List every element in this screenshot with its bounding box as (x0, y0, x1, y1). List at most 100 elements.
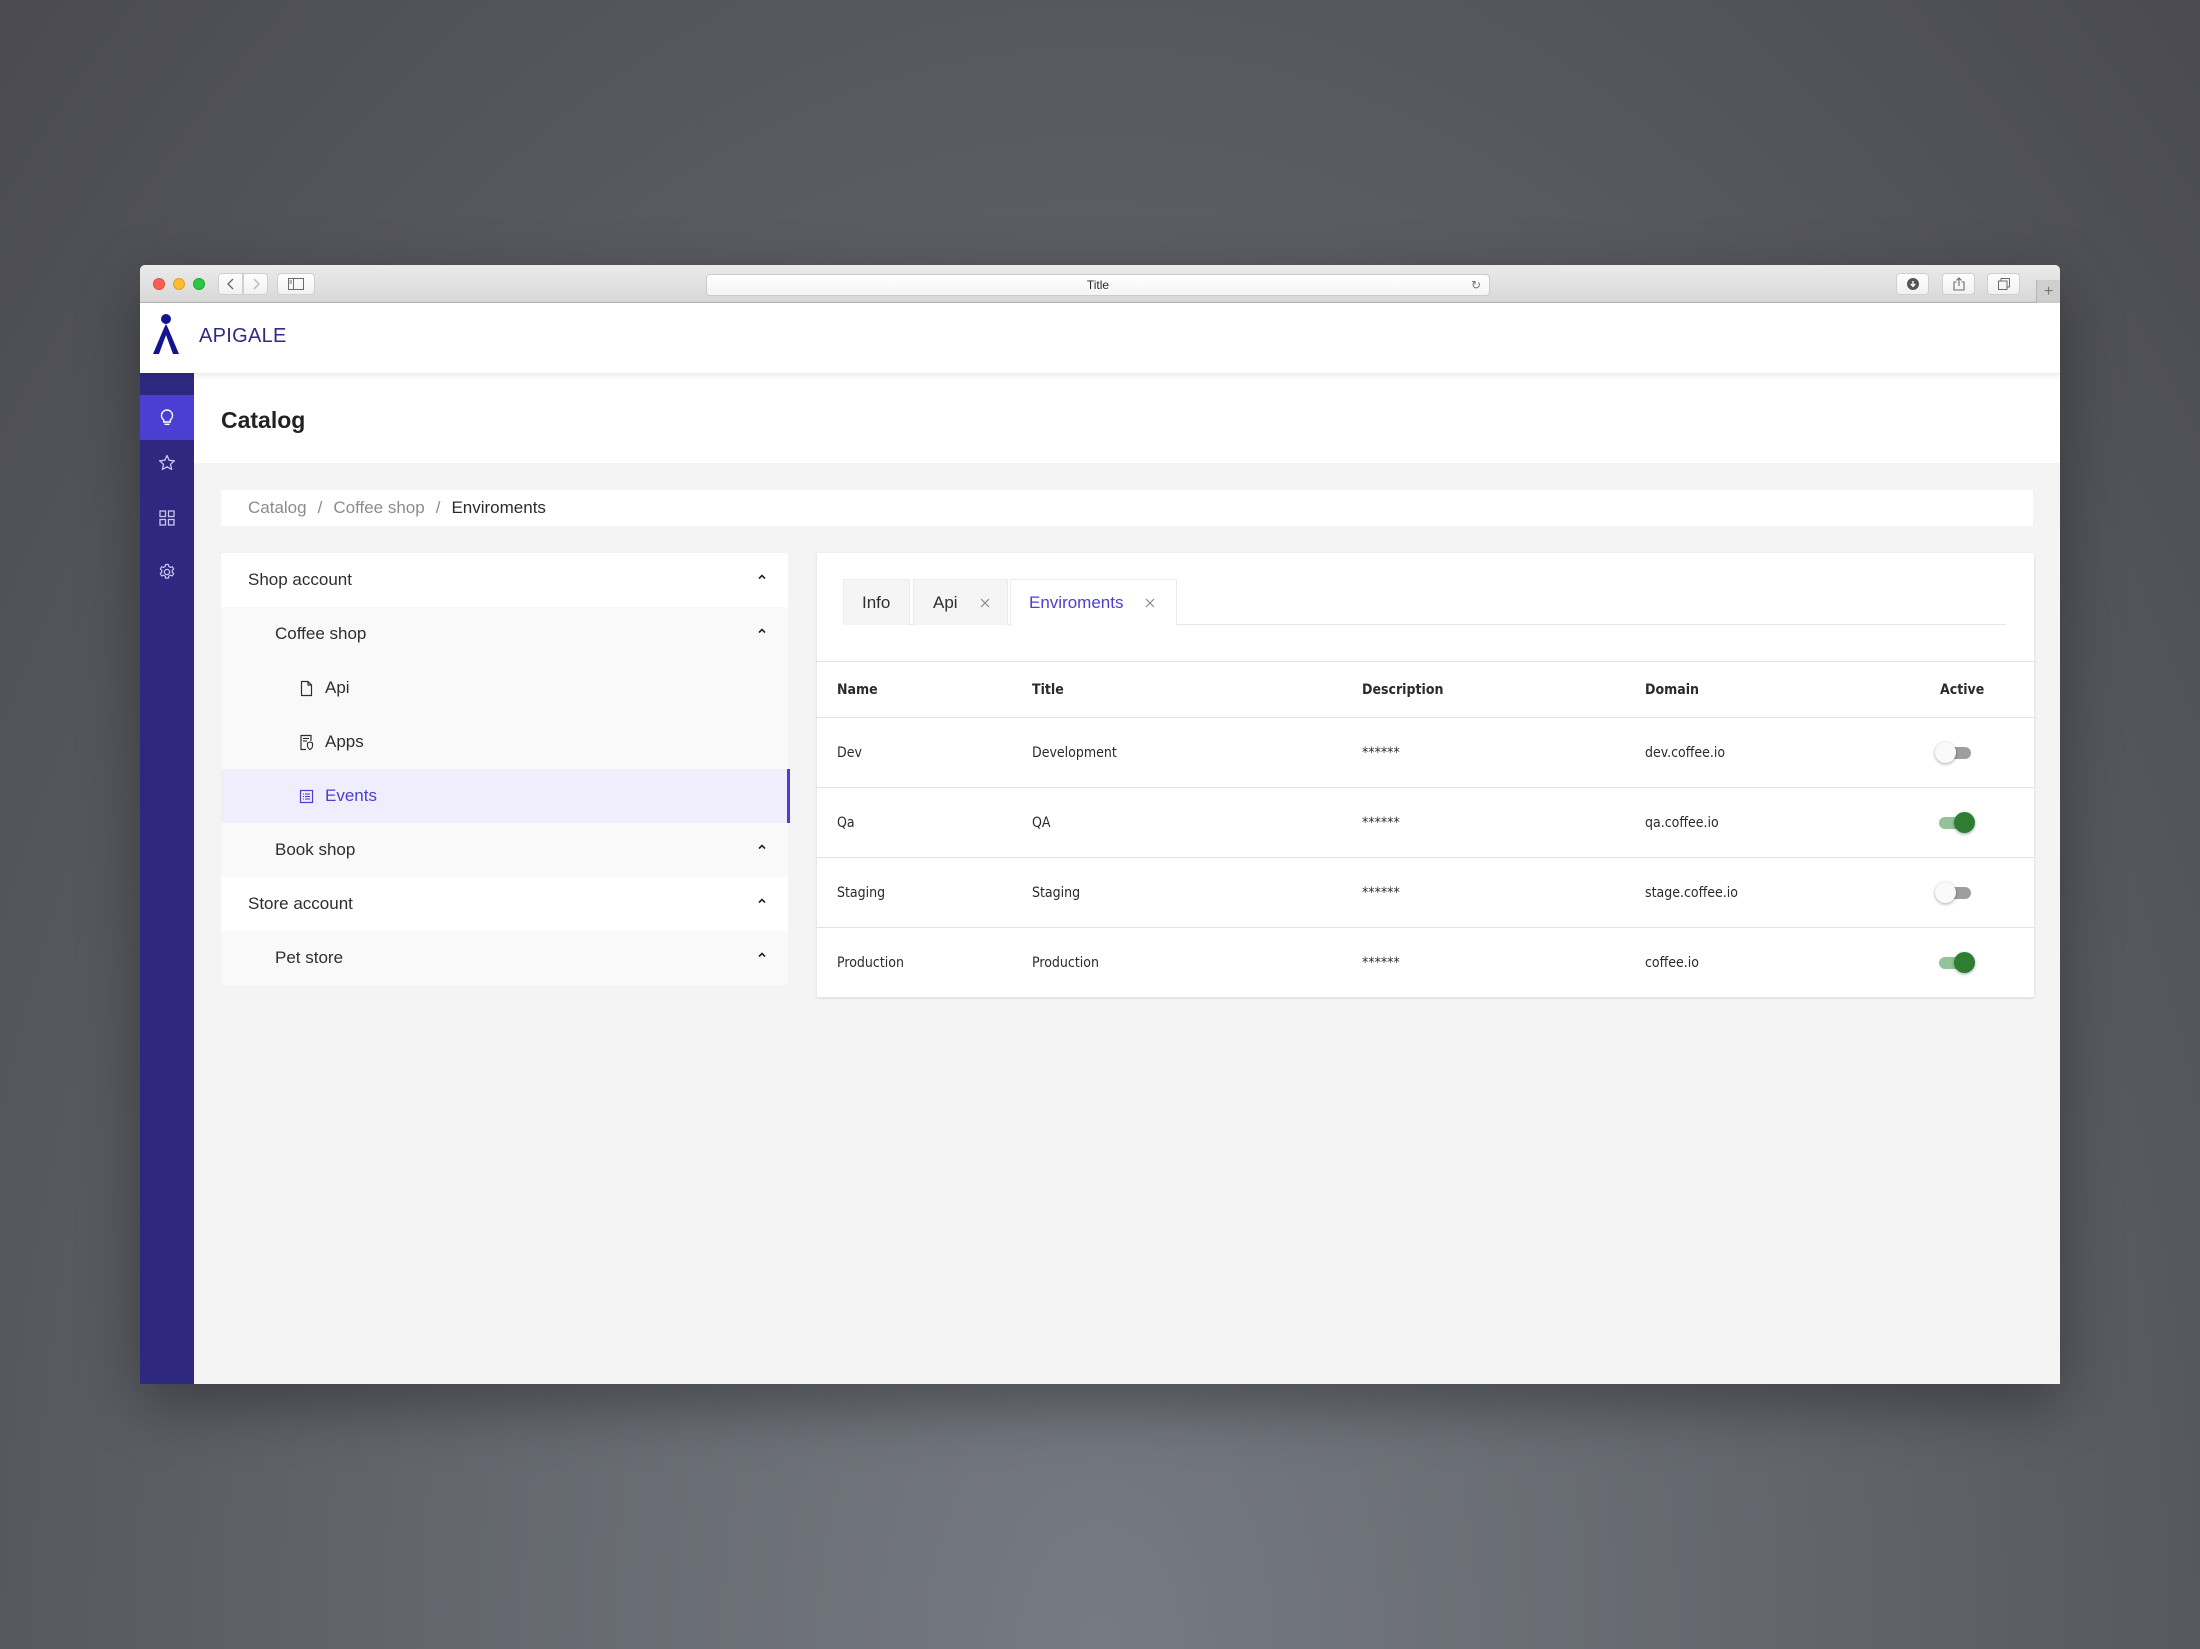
share-button[interactable] (1942, 273, 1975, 295)
tree-item-label: Store account (248, 894, 353, 913)
breadcrumb-separator: / (317, 498, 323, 517)
tree-item-apps[interactable]: Apps (221, 715, 788, 769)
tree-item-label: Apps (325, 732, 364, 751)
table-row[interactable]: Dev Development ****** dev.coffee.io (817, 718, 2034, 788)
active-toggle[interactable] (1935, 811, 1975, 834)
tree-item-label: Events (325, 786, 377, 805)
close-icon[interactable] (1144, 597, 1156, 609)
cell-domain: qa.coffee.io (1645, 814, 1719, 831)
tab-enviroments[interactable]: Enviroments (1010, 579, 1177, 626)
browser-toolbar: Title ↻ + (140, 265, 2060, 303)
chevron-left-icon (226, 278, 233, 290)
tree-item-events[interactable]: Events (221, 769, 790, 823)
grid-icon (159, 509, 175, 526)
breadcrumb-separator: / (435, 498, 441, 517)
toggle-thumb (1954, 811, 1975, 833)
chevron-up-icon[interactable] (756, 949, 768, 961)
forward-button[interactable] (243, 273, 268, 295)
brand-name[interactable]: APIGALE (199, 325, 287, 348)
tree-item-api[interactable]: Api (221, 661, 788, 715)
catalog-tree: Shop account Coffee shop Api Apps Events… (221, 553, 790, 985)
star-icon (158, 454, 176, 470)
toggle-thumb (1935, 881, 1956, 903)
active-toggle[interactable] (1935, 951, 1975, 974)
close-window-button[interactable] (153, 278, 165, 290)
tree-item-coffee-shop[interactable]: Coffee shop (221, 607, 788, 661)
tabs-overview-icon (1997, 278, 2010, 290)
sidebar-icon (288, 278, 304, 290)
active-toggle[interactable] (1935, 881, 1975, 904)
table-row[interactable]: Qa QA ****** qa.coffee.io (817, 788, 2034, 858)
page-header: Catalog (194, 373, 2060, 463)
tree-item-label: Api (325, 678, 350, 697)
cell-name: Production (837, 954, 904, 971)
tab-api[interactable]: Api (913, 579, 1008, 625)
tree-item-shop-account[interactable]: Shop account (221, 553, 788, 607)
rail-item-settings[interactable] (140, 549, 194, 594)
lightbulb-icon (160, 408, 174, 425)
reload-icon[interactable]: ↻ (1471, 278, 1481, 292)
tree-item-label: Pet store (275, 948, 344, 967)
address-title: Title (1086, 278, 1110, 292)
tree-item-pet-store[interactable]: Pet store (221, 931, 788, 985)
chevron-up-icon[interactable] (756, 841, 768, 853)
breadcrumb-item-current: Enviroments (451, 498, 546, 517)
tab-bar: Info Api Enviroments (843, 579, 2006, 626)
sidebar-toggle-button[interactable] (277, 273, 315, 295)
chevron-right-icon (253, 278, 260, 290)
tree-item-label: Book shop (275, 840, 356, 859)
cell-title: Production (1032, 954, 1099, 971)
rail-item-catalog[interactable] (140, 395, 194, 440)
toggle-thumb (1935, 741, 1956, 763)
close-icon[interactable] (979, 597, 991, 609)
chevron-up-icon[interactable] (756, 625, 768, 637)
tree-item-store-account[interactable]: Store account (221, 877, 788, 931)
environments-table: Name Title Description Domain Active Dev… (817, 661, 2034, 998)
table-row[interactable]: Production Production ****** coffee.io (817, 928, 2034, 998)
minimize-window-button[interactable] (173, 278, 185, 290)
tree-item-label: Coffee shop (275, 624, 367, 643)
new-tab-button[interactable]: + (2036, 280, 2060, 303)
breadcrumb-item-coffee-shop[interactable]: Coffee shop (333, 498, 424, 518)
cell-description: ****** (1362, 954, 1400, 971)
tab-label: Info (862, 592, 891, 612)
cell-domain: coffee.io (1645, 954, 1700, 971)
content-panel: Info Api Enviroments Name Title Descript… (817, 553, 2034, 998)
active-toggle[interactable] (1935, 741, 1975, 764)
column-header-name[interactable]: Name (837, 682, 878, 698)
app-certificate-icon (300, 734, 314, 750)
document-icon (300, 680, 313, 696)
chevron-up-icon[interactable] (756, 895, 768, 907)
cell-description: ****** (1362, 884, 1400, 901)
cell-domain: stage.coffee.io (1645, 884, 1738, 901)
column-header-description[interactable]: Description (1362, 682, 1443, 698)
tab-label: Api (933, 592, 958, 612)
column-header-active[interactable]: Active (1940, 682, 1984, 698)
page-title: Catalog (221, 407, 306, 433)
share-icon (1952, 277, 1965, 291)
list-icon (299, 789, 314, 803)
download-icon (1906, 278, 1919, 290)
column-header-title[interactable]: Title (1032, 682, 1064, 698)
app-header: APIGALE (140, 303, 2060, 373)
cell-domain: dev.coffee.io (1645, 744, 1726, 761)
tree-item-book-shop[interactable]: Book shop (221, 823, 788, 877)
cell-title: Staging (1032, 884, 1081, 901)
column-header-domain[interactable]: Domain (1645, 682, 1699, 698)
tab-info[interactable]: Info (843, 579, 910, 625)
rail-item-dashboard[interactable] (140, 495, 194, 540)
maximize-window-button[interactable] (193, 278, 205, 290)
back-button[interactable] (218, 273, 243, 295)
toggle-thumb (1954, 951, 1975, 973)
plus-icon: + (2043, 282, 2054, 300)
downloads-button[interactable] (1896, 273, 1929, 295)
show-tabs-button[interactable] (1987, 273, 2020, 295)
gear-icon (159, 563, 175, 579)
rail-item-favorites[interactable] (140, 440, 194, 485)
chevron-up-icon[interactable] (756, 571, 768, 583)
cell-name: Dev (837, 744, 862, 761)
table-row[interactable]: Staging Staging ****** stage.coffee.io (817, 858, 2034, 928)
address-bar[interactable]: Title ↻ (706, 274, 1490, 296)
tab-label: Enviroments (1029, 593, 1124, 612)
breadcrumb-item-catalog[interactable]: Catalog (248, 498, 307, 518)
